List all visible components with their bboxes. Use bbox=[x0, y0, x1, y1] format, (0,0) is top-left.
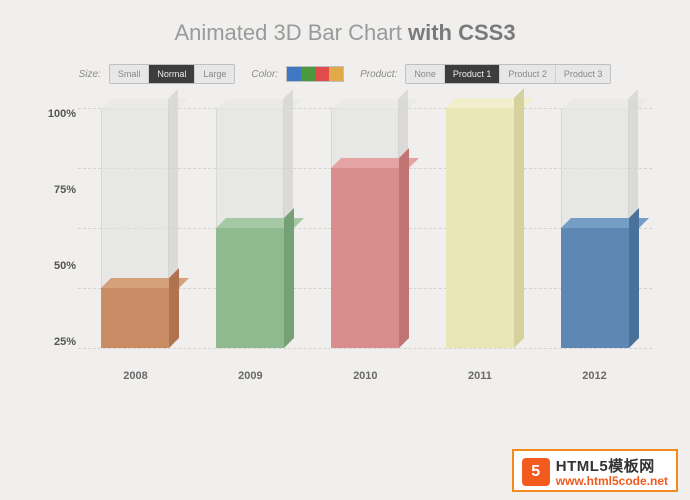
chart: 100% 75% 50% 25% 2008 2009 2010 2011 201… bbox=[30, 102, 660, 392]
size-large[interactable]: Large bbox=[195, 65, 234, 83]
title-pre: Animated 3D Bar Chart bbox=[174, 20, 408, 45]
product-1[interactable]: Product 1 bbox=[445, 65, 501, 83]
color-label: Color: bbox=[251, 69, 278, 80]
bar[interactable] bbox=[331, 168, 399, 348]
bar-slot bbox=[325, 108, 405, 348]
swatch-green[interactable] bbox=[301, 67, 315, 81]
plot-area bbox=[78, 108, 652, 348]
title-bold: with CSS3 bbox=[408, 20, 516, 45]
product-none[interactable]: None bbox=[406, 65, 445, 83]
size-normal[interactable]: Normal bbox=[149, 65, 195, 83]
swatch-red[interactable] bbox=[315, 67, 329, 81]
product-segment: None Product 1 Product 2 Product 3 bbox=[405, 64, 611, 84]
bar-slot bbox=[210, 108, 290, 348]
bar[interactable] bbox=[446, 108, 514, 348]
y-tick: 75% bbox=[54, 184, 76, 196]
x-tick: 2009 bbox=[238, 370, 262, 382]
color-swatches[interactable] bbox=[286, 66, 344, 82]
product-2[interactable]: Product 2 bbox=[500, 65, 556, 83]
bar[interactable] bbox=[101, 288, 169, 348]
swatch-blue[interactable] bbox=[287, 67, 301, 81]
bar-slot bbox=[440, 108, 520, 348]
watermark-url: www.html5code.net bbox=[556, 474, 668, 488]
bar[interactable] bbox=[216, 228, 284, 348]
x-tick: 2011 bbox=[468, 370, 492, 382]
x-axis: 2008 2009 2010 2011 2012 bbox=[78, 370, 652, 382]
toolbar: Size: Small Normal Large Color: Product:… bbox=[0, 64, 690, 84]
size-label: Size: bbox=[79, 69, 101, 80]
size-segment: Small Normal Large bbox=[109, 64, 236, 84]
swatch-orange[interactable] bbox=[329, 67, 343, 81]
bar-slot bbox=[555, 108, 635, 348]
y-axis: 100% 75% 50% 25% bbox=[38, 108, 76, 348]
x-tick: 2012 bbox=[582, 370, 606, 382]
page-title: Animated 3D Bar Chart with CSS3 bbox=[0, 0, 690, 64]
x-tick: 2008 bbox=[123, 370, 147, 382]
product-3[interactable]: Product 3 bbox=[556, 65, 611, 83]
html5-badge-icon: 5 bbox=[522, 458, 550, 486]
size-small[interactable]: Small bbox=[110, 65, 150, 83]
bar-slot bbox=[95, 108, 175, 348]
watermark: 5 HTML5模板网 www.html5code.net bbox=[512, 449, 678, 492]
x-tick: 2010 bbox=[353, 370, 377, 382]
y-tick: 50% bbox=[54, 260, 76, 272]
y-tick: 100% bbox=[48, 108, 76, 120]
bar[interactable] bbox=[561, 228, 629, 348]
y-tick: 25% bbox=[54, 336, 76, 348]
watermark-title: HTML5模板网 bbox=[556, 455, 668, 476]
product-label: Product: bbox=[360, 69, 397, 80]
